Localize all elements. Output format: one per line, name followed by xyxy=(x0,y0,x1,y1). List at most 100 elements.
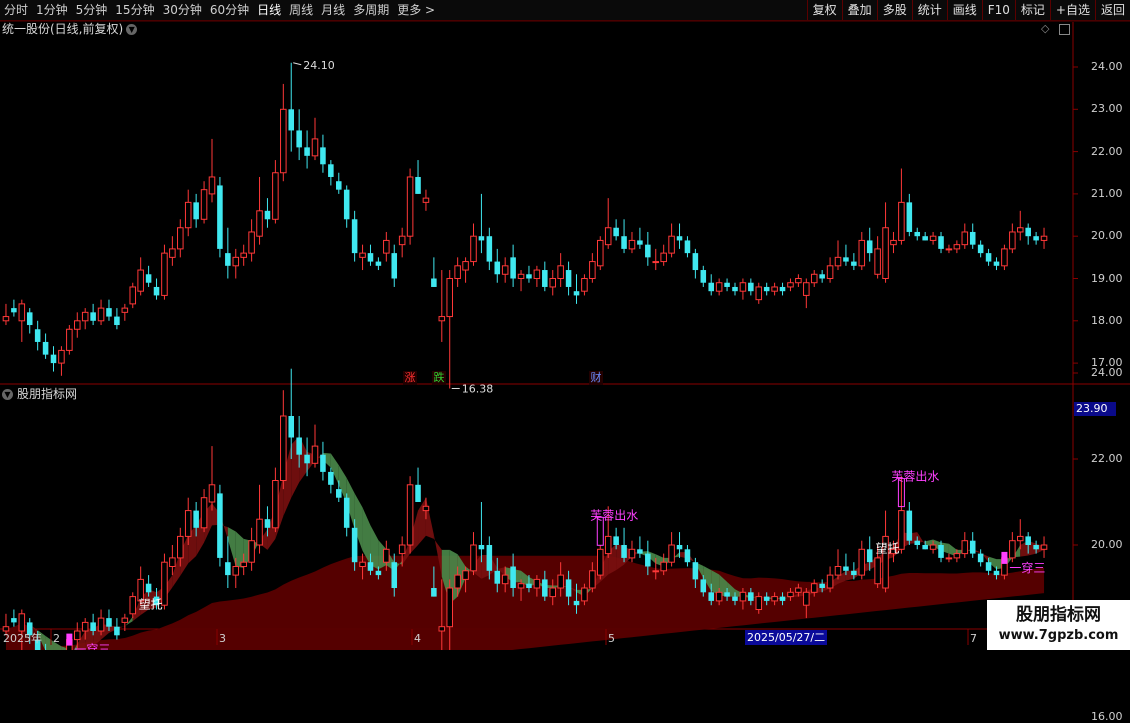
main-candle-body xyxy=(470,235,477,263)
main-candle-body xyxy=(621,236,627,249)
indicator-candle-body xyxy=(771,596,778,602)
signal-marker-box xyxy=(66,633,73,646)
main-candle-body xyxy=(240,252,247,258)
indicator-candle-body xyxy=(628,548,636,559)
main-candle-body xyxy=(137,269,144,292)
indicator-candle-body xyxy=(660,561,667,572)
main-candle-body xyxy=(193,202,199,220)
indicator-candle-body xyxy=(431,588,437,597)
indicator-candle-body xyxy=(526,583,532,588)
main-candle-body xyxy=(145,274,152,283)
indicator-candle-body xyxy=(604,535,612,555)
signal-marker-box xyxy=(1001,551,1008,564)
main-candle-body xyxy=(779,286,786,292)
main-candle-body xyxy=(739,282,747,292)
indicator-candle-body xyxy=(953,553,961,559)
indicator-candle-body xyxy=(517,583,525,589)
month-label: 4 xyxy=(414,632,421,645)
main-candle-body xyxy=(375,261,382,266)
indicator-candle-body xyxy=(565,579,572,597)
main-candle-body xyxy=(573,291,580,296)
main-candle-body xyxy=(415,176,421,194)
indicator-candle-body xyxy=(779,596,786,601)
main-candle-body xyxy=(26,312,33,326)
main-candle-body xyxy=(533,269,541,280)
indicator-candle-body xyxy=(851,570,857,576)
indicator-candle-body xyxy=(715,591,723,602)
main-candle-body xyxy=(288,109,295,131)
indicator-signal-label: 一穿三 xyxy=(74,642,110,650)
indicator-signal-label: 望托 xyxy=(876,541,900,555)
indicator-candle-body xyxy=(938,545,944,558)
indicator-candle-body xyxy=(256,518,263,546)
indicator-candle-body xyxy=(296,437,302,455)
indicator-candle-body xyxy=(415,484,421,502)
indicator-candle-body xyxy=(90,622,96,631)
main-candle-body xyxy=(296,130,302,148)
indicator-y-tick: 24.00 xyxy=(1091,366,1123,379)
main-candle-body xyxy=(478,236,485,241)
indicator-candle-body xyxy=(74,630,81,641)
indicator-candle-body xyxy=(914,540,921,545)
main-candle-body xyxy=(929,235,937,241)
main-candle-body xyxy=(1016,227,1024,233)
main-candle-body xyxy=(692,253,699,271)
indicator-y-tick: 20.00 xyxy=(1091,538,1123,551)
indicator-candle-body xyxy=(81,621,89,632)
short-term-band-segment xyxy=(425,497,434,539)
indicator-candle-body xyxy=(1016,535,1024,542)
indicator-candle-body xyxy=(280,415,287,481)
indicator-candle-body xyxy=(422,505,430,512)
event-marker[interactable]: 财 xyxy=(589,371,603,385)
indicator-candle-body xyxy=(1025,536,1031,545)
current-price-tag: 23.90 xyxy=(1074,402,1116,416)
main-candle-body xyxy=(217,185,223,249)
kline-chart[interactable]: 24.1016.38一穿三望托芙蓉出水芙蓉出水望托一穿三 xyxy=(0,0,1130,650)
main-candle-body xyxy=(557,265,564,279)
main-candle-body xyxy=(1040,235,1048,241)
indicator-candle-body xyxy=(755,596,763,610)
main-candle-body xyxy=(834,256,842,267)
indicator-candle-body xyxy=(1009,540,1016,559)
main-candle-body xyxy=(945,248,953,251)
main-candle-body xyxy=(1025,227,1031,237)
watermark-url: www.7gpzb.com xyxy=(998,628,1119,643)
main-candle-body xyxy=(890,239,897,246)
event-marker[interactable]: 涨 xyxy=(403,371,417,385)
main-candle-body xyxy=(97,307,105,322)
indicator-candle-body xyxy=(668,544,675,563)
main-candle-body xyxy=(225,253,231,266)
main-y-tick: 21.00 xyxy=(1091,186,1123,200)
indicator-candle-body xyxy=(383,548,390,563)
indicator-candle-body xyxy=(304,454,310,464)
indicator-candle-body xyxy=(985,562,992,571)
main-candle-body xyxy=(953,244,961,250)
main-candle-body xyxy=(18,303,26,322)
indicator-candle-body xyxy=(684,549,691,563)
main-candle-body xyxy=(819,274,825,279)
main-candle-body xyxy=(882,227,889,280)
event-marker[interactable]: 跌 xyxy=(432,371,446,385)
main-candle-body xyxy=(645,244,651,258)
indicator-candle-body xyxy=(343,497,350,528)
main-candle-body xyxy=(153,286,160,296)
indicator-candle-body xyxy=(446,587,453,628)
month-label: 5 xyxy=(608,632,615,645)
indicator-candle-body xyxy=(573,600,580,606)
watermark-logo: 股朋指标网 www.7gpzb.com xyxy=(987,600,1130,650)
indicator-candle-body xyxy=(311,445,319,464)
main-candle-body xyxy=(438,316,446,322)
main-candle-body xyxy=(517,273,525,279)
indicator-signal-label: 芙蓉出水 xyxy=(891,470,939,484)
indicator-candle-body xyxy=(597,548,604,576)
indicator-candle-body xyxy=(478,545,485,550)
indicator-y-tick: 22.00 xyxy=(1091,452,1123,465)
main-candle-body xyxy=(708,282,714,292)
selected-date: 2025/05/27/二 xyxy=(745,630,828,645)
main-candle-body xyxy=(589,261,596,279)
main-candle-body xyxy=(106,308,112,317)
main-candle-body xyxy=(129,286,137,305)
main-candle-body xyxy=(256,210,263,237)
indicator-candle-body xyxy=(533,578,541,589)
indicator-candle-body xyxy=(11,618,17,623)
